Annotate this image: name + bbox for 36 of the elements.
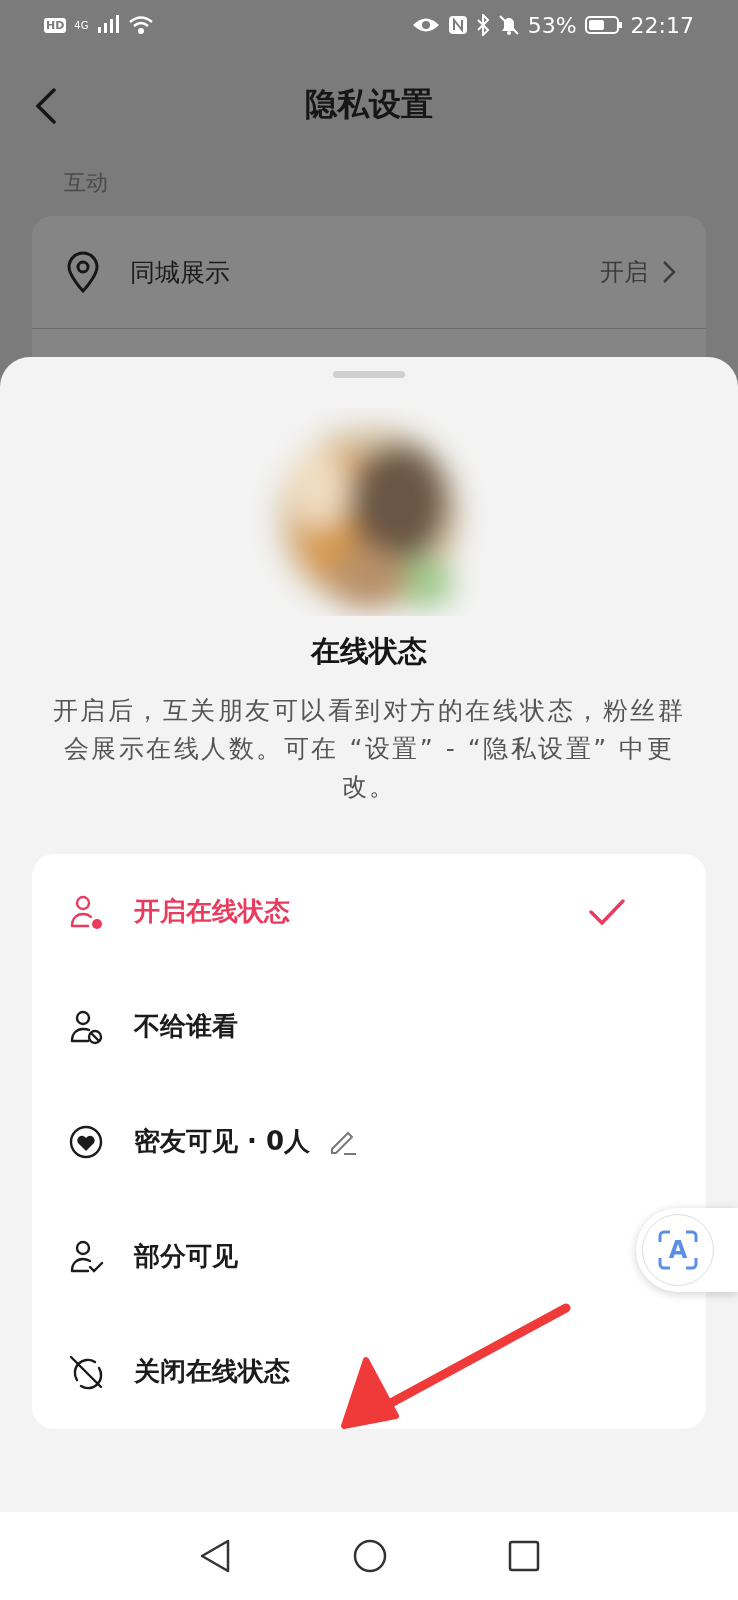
person-dot-icon	[68, 893, 104, 930]
bluetooth-icon	[475, 14, 490, 36]
row-value: 开启	[600, 257, 648, 288]
bell-muted-icon	[497, 14, 520, 36]
back-icon[interactable]	[34, 88, 58, 124]
nfc-icon	[447, 15, 468, 35]
battery-percent: 53%	[527, 12, 577, 38]
description-text: 开启后，互关朋友可以看到对方的在线状态，粉丝群会展示在线人数。可在 “设置” - “隐私设置” 中更改。	[51, 695, 687, 803]
checkmark-icon	[588, 897, 626, 926]
heart-circle-icon	[68, 1123, 104, 1160]
page-title: 隐私设置	[305, 84, 433, 125]
person-blocked-icon	[68, 1008, 104, 1045]
sheet-title: 在线状态	[311, 633, 427, 670]
drag-handle[interactable]	[333, 371, 405, 378]
button-letter: A	[668, 1236, 688, 1264]
recents-square-icon[interactable]	[508, 1540, 540, 1572]
battery-icon	[584, 15, 623, 35]
row-label: 同城展示	[130, 256, 231, 289]
signal-icon	[96, 15, 121, 35]
clock-time: 22:17	[630, 12, 694, 38]
back-triangle-icon[interactable]	[198, 1538, 232, 1574]
hd-badge: HD	[44, 17, 67, 33]
person-check-icon	[68, 1238, 104, 1275]
home-circle-icon[interactable]	[352, 1538, 388, 1574]
scan-frame-icon	[658, 1230, 698, 1270]
option-item[interactable]: 密友可见 · 0人	[32, 1084, 632, 1199]
option-item[interactable]: 部分可见	[32, 1199, 632, 1314]
chevron-right-icon	[662, 260, 676, 284]
location-pin-icon	[66, 251, 100, 293]
option-item[interactable]: 关闭在线状态	[32, 1314, 632, 1429]
option-item[interactable]: 不给谁看	[32, 969, 632, 1084]
wifi-icon	[128, 15, 155, 35]
option-item[interactable]: 开启在线状态	[32, 854, 632, 969]
eye-icon	[411, 16, 440, 34]
settings-row[interactable]: 同城展示 开启	[32, 216, 706, 329]
network-label: 4G	[74, 19, 89, 31]
